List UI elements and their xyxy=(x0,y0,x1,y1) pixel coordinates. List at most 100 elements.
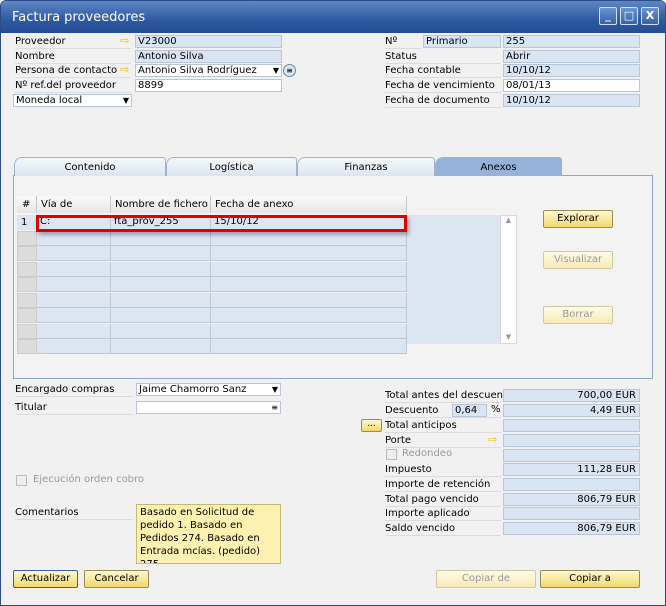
aplicado-field[interactable] xyxy=(503,507,640,520)
fecha-venc-field[interactable]: 08/01/13 xyxy=(503,79,640,92)
redondeo-checkbox[interactable] xyxy=(386,449,397,460)
titular-field[interactable]: ≡ xyxy=(136,401,281,414)
row-header[interactable] xyxy=(17,277,37,292)
cancelar-button[interactable]: Cancelar xyxy=(84,570,149,588)
grid-cell-file[interactable] xyxy=(111,339,211,354)
saldo-field[interactable]: 806,79 EUR xyxy=(503,522,640,535)
grid-cell-file[interactable] xyxy=(111,261,211,277)
ref-label: Nº ref.del proveedor xyxy=(15,79,131,93)
grid-cell-date[interactable] xyxy=(211,308,407,323)
col-header-date[interactable]: Fecha de anexo xyxy=(211,196,407,213)
title-bar: Factura proveedores _ □ X xyxy=(1,1,665,33)
minimize-button[interactable]: _ xyxy=(599,7,617,25)
total-antes-label: Total antes del descuento xyxy=(385,390,513,403)
close-button[interactable]: X xyxy=(641,7,659,25)
redondeo-field[interactable] xyxy=(503,449,640,462)
row-header[interactable] xyxy=(17,261,37,277)
anticipos-field[interactable] xyxy=(503,419,640,432)
grid-cell-path[interactable] xyxy=(37,323,111,339)
fecha-doc-label: Fecha de documento xyxy=(385,94,501,108)
grid-cell-path[interactable] xyxy=(37,261,111,277)
tab-logistica[interactable]: Logística xyxy=(166,157,297,176)
titular-label: Titular xyxy=(15,401,133,415)
anticipos-label: Total anticipos xyxy=(385,419,501,433)
ref-field[interactable]: 8899 xyxy=(135,79,282,92)
link-arrow-icon[interactable]: ⇨ xyxy=(120,35,129,47)
grid-cell-path[interactable] xyxy=(37,308,111,323)
grid-cell-date[interactable] xyxy=(211,261,407,277)
list-icon[interactable]: ≡ xyxy=(283,64,296,77)
grid-cell-file[interactable] xyxy=(111,292,211,308)
encargado-dropdown[interactable]: Jaime Chamorro Sanz ▼ xyxy=(136,383,281,396)
no-label: Nº xyxy=(385,35,421,49)
fecha-contable-field[interactable]: 10/10/12 xyxy=(503,64,640,77)
total-pago-field[interactable]: 806,79 EUR xyxy=(503,493,640,506)
grid-cell-path[interactable] xyxy=(37,339,111,354)
grid-cell-path[interactable] xyxy=(37,277,111,292)
scroll-up-icon[interactable]: ▲ xyxy=(501,216,516,224)
copiar-de-button[interactable]: Copiar de xyxy=(436,570,536,588)
grid-cell-file[interactable] xyxy=(111,230,211,246)
contacto-dropdown[interactable]: Antonio Silva Rodríguez ▼ xyxy=(135,64,282,77)
row-header[interactable]: 1 xyxy=(17,215,37,230)
grid-cell-file[interactable] xyxy=(111,246,211,261)
col-header-num[interactable]: # xyxy=(17,196,37,213)
tab-finanzas[interactable]: Finanzas xyxy=(297,157,435,176)
borrar-button[interactable]: Borrar xyxy=(543,306,613,324)
scroll-down-icon[interactable]: ▼ xyxy=(501,333,516,341)
porte-field[interactable] xyxy=(503,434,640,447)
nombre-label: Nombre xyxy=(15,50,131,64)
grid-cell-date[interactable] xyxy=(211,246,407,261)
proveedor-field[interactable]: V23000 xyxy=(135,35,282,48)
row-header[interactable] xyxy=(17,308,37,323)
row-header[interactable] xyxy=(17,323,37,339)
moneda-dropdown[interactable]: Moneda local ▼ xyxy=(13,94,132,107)
row-header[interactable] xyxy=(17,246,37,261)
col-header-file[interactable]: Nombre de fichero xyxy=(111,196,211,213)
link-arrow-icon[interactable]: ⇨ xyxy=(488,434,497,446)
grid-cell-date[interactable] xyxy=(211,323,407,339)
grid-scrollbar[interactable]: ▲ ▼ xyxy=(500,215,517,344)
anticipos-button[interactable]: ... xyxy=(361,419,382,432)
copiar-a-button[interactable]: Copiar a xyxy=(540,570,640,588)
row-header[interactable] xyxy=(17,339,37,354)
grid-cell-date[interactable] xyxy=(211,230,407,246)
percent-sign: % xyxy=(491,404,501,415)
list-icon[interactable]: ≡ xyxy=(271,402,278,413)
series-field[interactable]: Primario xyxy=(423,35,501,48)
grid-cell-path[interactable] xyxy=(37,292,111,308)
grid-cell-path[interactable] xyxy=(37,246,111,261)
highlight-box xyxy=(36,215,407,232)
link-arrow-icon[interactable]: ⇨ xyxy=(120,64,129,76)
nombre-field[interactable]: Antonio Silva xyxy=(135,50,282,63)
fecha-doc-field[interactable]: 10/10/12 xyxy=(503,94,640,107)
grid-cell-date[interactable] xyxy=(211,339,407,354)
maximize-button[interactable]: □ xyxy=(620,7,638,25)
grid-cell-date[interactable] xyxy=(211,292,407,308)
impuesto-field[interactable]: 111,28 EUR xyxy=(503,463,640,476)
grid-cell-file[interactable] xyxy=(111,323,211,339)
total-pago-label: Total pago vencido xyxy=(385,493,501,507)
saldo-label: Saldo vencido xyxy=(385,522,501,536)
comentarios-textarea[interactable]: Basado en Solicitud de pedido 1. Basado … xyxy=(136,504,281,564)
grid-cell-path[interactable] xyxy=(37,230,111,246)
status-field[interactable]: Abrir xyxy=(503,50,640,63)
grid-filler xyxy=(407,215,500,344)
ejecucion-checkbox[interactable] xyxy=(16,475,27,486)
descuento-pct-field[interactable]: 0,64 xyxy=(452,404,487,417)
row-header[interactable] xyxy=(17,292,37,308)
grid-cell-file[interactable] xyxy=(111,277,211,292)
retencion-field[interactable] xyxy=(503,478,640,491)
tab-anexos[interactable]: Anexos xyxy=(435,157,562,176)
total-antes-field[interactable]: 700,00 EUR xyxy=(503,389,640,402)
visualizar-button[interactable]: Visualizar xyxy=(543,251,613,269)
descuento-field[interactable]: 4,49 EUR xyxy=(503,404,640,417)
explorar-button[interactable]: Explorar xyxy=(543,210,613,228)
actualizar-button[interactable]: Actualizar xyxy=(13,570,78,588)
col-header-path[interactable]: Vía de acceso xyxy=(37,196,111,227)
tab-contenido[interactable]: Contenido xyxy=(14,157,166,176)
row-header[interactable] xyxy=(17,230,37,246)
grid-cell-date[interactable] xyxy=(211,277,407,292)
no-field[interactable]: 255 xyxy=(503,35,640,48)
grid-cell-file[interactable] xyxy=(111,308,211,323)
